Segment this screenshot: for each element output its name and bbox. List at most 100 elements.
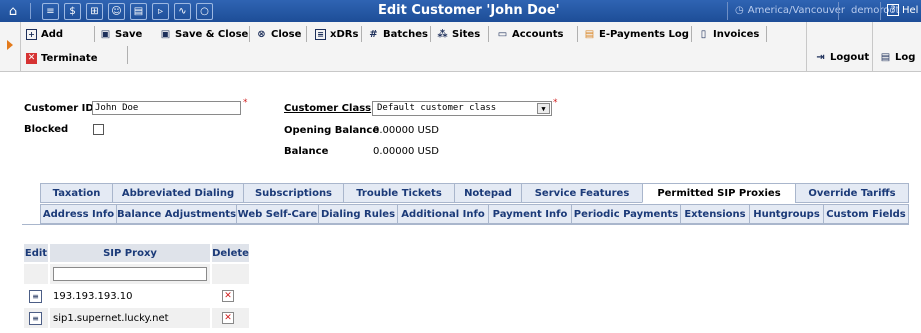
tab-extensions[interactable]: Extensions bbox=[680, 204, 749, 224]
customer-id-input[interactable]: John Doe bbox=[92, 101, 241, 115]
tab-trouble-tickets[interactable]: Trouble Tickets bbox=[343, 183, 454, 203]
timezone-label: America/Vancouver bbox=[747, 5, 846, 16]
toolbar: + Add ▣ Save ▣ Save & Close ⊗ Close ≡ xDRs # B… bbox=[0, 22, 921, 72]
filter-cell bbox=[50, 264, 210, 284]
toolbar-divider bbox=[691, 26, 692, 42]
list-icon[interactable]: ≡ bbox=[42, 2, 59, 20]
delete-column-header: Delete bbox=[212, 244, 249, 262]
edit-column-header: Edit bbox=[24, 244, 48, 262]
accounts-button[interactable]: ▭ Accounts bbox=[497, 26, 564, 42]
dollar-icon[interactable]: $ bbox=[64, 2, 81, 20]
close-label: Close bbox=[271, 28, 302, 40]
user-icon[interactable]: ☺ bbox=[108, 2, 125, 20]
tab-custom-fields[interactable]: Custom Fields bbox=[823, 204, 909, 224]
tab-row-2: Address Info Balance Adjustments Web Sel… bbox=[40, 204, 909, 224]
close-button[interactable]: ⊗ Close bbox=[256, 26, 301, 42]
table-row: ✕ bbox=[212, 308, 249, 328]
tab-permitted-sip-proxies[interactable]: Permitted SIP Proxies bbox=[642, 183, 795, 203]
toolbar-divider bbox=[20, 22, 21, 72]
xdrs-button[interactable]: ≡ xDRs bbox=[315, 26, 358, 42]
blocked-checkbox[interactable] bbox=[93, 124, 104, 135]
clock-icon: ◷ bbox=[735, 5, 744, 16]
sip-proxy-filter-input[interactable] bbox=[53, 267, 207, 281]
toolbar-divider bbox=[577, 26, 578, 42]
log-label: Log bbox=[895, 51, 916, 63]
toolbar-divider bbox=[430, 26, 431, 42]
tab-address-info[interactable]: Address Info bbox=[40, 204, 116, 224]
tab-service-features[interactable]: Service Features bbox=[521, 183, 642, 203]
customer-class-value: Default customer class bbox=[377, 103, 497, 113]
home-icon[interactable]: ⌂ bbox=[4, 3, 22, 20]
tab-periodic-payments[interactable]: Periodic Payments bbox=[571, 204, 680, 224]
grid-icon[interactable]: ⊞ bbox=[86, 2, 103, 20]
tab-subscriptions[interactable]: Subscriptions bbox=[243, 183, 343, 203]
search-icon[interactable]: ○ bbox=[196, 2, 213, 20]
save-label: Save bbox=[115, 28, 143, 40]
customer-id-label: Customer ID bbox=[24, 103, 94, 114]
tab-balance-adjustments[interactable]: Balance Adjustments bbox=[116, 204, 236, 224]
toolbar-divider bbox=[766, 26, 767, 42]
sip-proxy-value: 193.193.193.10 bbox=[50, 286, 210, 306]
toolbar-divider bbox=[488, 26, 489, 42]
save-button[interactable]: ▣ Save bbox=[100, 26, 143, 42]
toolbar-divider bbox=[127, 46, 128, 64]
toolbar-divider bbox=[249, 26, 250, 42]
help-icon: ? bbox=[887, 4, 899, 16]
page-title: Edit Customer 'John Doe' bbox=[378, 3, 560, 18]
tab-notepad[interactable]: Notepad bbox=[454, 183, 521, 203]
delete-icon[interactable]: ✕ bbox=[222, 312, 234, 324]
timezone-link[interactable]: ◷ America/Vancouver bbox=[735, 5, 845, 16]
save-close-button[interactable]: ▣ Save & Close bbox=[160, 26, 249, 42]
logout-icon: ⇥ bbox=[816, 51, 825, 63]
terminate-button[interactable]: ✕ Terminate bbox=[26, 50, 97, 66]
tab-web-self-care[interactable]: Web Self-Care bbox=[236, 204, 318, 224]
filter-cell bbox=[24, 264, 48, 284]
sites-button[interactable]: ⁂ Sites bbox=[437, 26, 480, 42]
opening-balance-value: 0.00000 USD bbox=[373, 125, 439, 136]
export-icon[interactable]: ▹ bbox=[152, 2, 169, 20]
accounts-icon: ▭ bbox=[497, 28, 508, 40]
tab-abbreviated-dialing[interactable]: Abbreviated Dialing bbox=[112, 183, 243, 203]
toolbar-divider bbox=[872, 22, 873, 72]
sites-icon: ⁂ bbox=[437, 28, 448, 40]
xdrs-label: xDRs bbox=[330, 28, 359, 40]
help-link[interactable]: ? Hel bbox=[887, 4, 918, 16]
add-label: Add bbox=[41, 28, 64, 40]
tab-dialing-rules[interactable]: Dialing Rules bbox=[318, 204, 397, 224]
tab-taxation[interactable]: Taxation bbox=[40, 183, 112, 203]
help-label: Hel bbox=[902, 4, 919, 16]
top-bar: ⌂ ≡ $ ⊞ ☺ ▤ ▹ ∿ ○ Edit Customer 'John Do… bbox=[0, 0, 921, 22]
code-icon[interactable]: ▤ bbox=[130, 2, 147, 20]
tab-row-1: Taxation Abbreviated Dialing Subscriptio… bbox=[40, 183, 909, 203]
epayments-log-button[interactable]: ▤ E-Payments Log bbox=[584, 26, 689, 42]
add-button[interactable]: + Add bbox=[26, 26, 63, 42]
log-button[interactable]: ▤ Log bbox=[880, 49, 916, 65]
sip-proxy-value: sip1.supernet.lucky.net bbox=[50, 308, 210, 328]
tab-huntgroups[interactable]: Huntgroups bbox=[749, 204, 823, 224]
close-icon: ⊗ bbox=[257, 28, 266, 40]
epayments-icon: ▤ bbox=[584, 28, 595, 40]
logout-label: Logout bbox=[830, 51, 870, 63]
sip-proxy-column-header: SIP Proxy bbox=[50, 244, 210, 262]
edit-icon[interactable]: ≡ bbox=[29, 311, 42, 325]
table-row: ✕ bbox=[212, 286, 249, 306]
invoices-button[interactable]: ▯ Invoices bbox=[698, 26, 760, 42]
save-close-label: Save & Close bbox=[175, 28, 249, 40]
tab-payment-info[interactable]: Payment Info bbox=[488, 204, 571, 224]
filter-cell bbox=[212, 264, 249, 284]
customer-class-select[interactable]: Default customer class ▼ bbox=[372, 101, 552, 116]
customer-class-link[interactable]: Customer Class bbox=[284, 103, 371, 114]
tab-override-tariffs[interactable]: Override Tariffs bbox=[795, 183, 909, 203]
toolbar-divider bbox=[94, 26, 95, 42]
logout-button[interactable]: ⇥ Logout bbox=[815, 49, 869, 65]
toolbar-arrow-icon bbox=[7, 40, 13, 50]
batches-button[interactable]: # Batches bbox=[368, 26, 428, 42]
edit-icon[interactable]: ≡ bbox=[29, 289, 42, 303]
topbar-divider bbox=[30, 3, 31, 19]
batches-icon: # bbox=[369, 28, 378, 40]
chart-icon[interactable]: ∿ bbox=[174, 2, 191, 20]
toolbar-divider bbox=[361, 26, 362, 42]
tab-additional-info[interactable]: Additional Info bbox=[397, 204, 488, 224]
table-row: ≡ bbox=[24, 308, 48, 328]
delete-icon[interactable]: ✕ bbox=[222, 290, 234, 302]
